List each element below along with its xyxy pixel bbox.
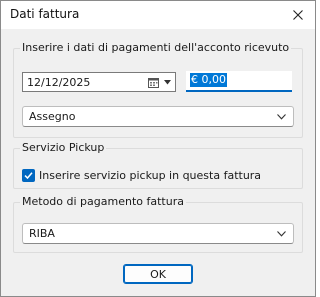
pickup-checkbox-label[interactable]: Inserire servizio pickup in questa fattu… <box>39 169 261 182</box>
ok-button-label: OK <box>150 268 166 281</box>
close-icon <box>293 10 303 20</box>
chevron-down-icon <box>277 114 286 120</box>
amount-value: € 0,00 <box>190 73 227 87</box>
payment-group: Inserire i dati di pagamenti dell'accont… <box>13 41 303 138</box>
pickup-group-label: Servizio Pickup <box>20 141 107 154</box>
chevron-down-icon <box>277 231 286 237</box>
payment-method-select[interactable]: Assegno <box>22 106 294 127</box>
invoice-method-group: Metodo di pagamento fattura RIBA <box>13 195 303 253</box>
invoice-method-select[interactable]: RIBA <box>22 223 294 244</box>
payment-method-value: Assegno <box>29 110 76 123</box>
dialog-window: Dati fattura Inserire i dati di pagament… <box>0 0 316 297</box>
window-title: Dati fattura <box>10 7 80 21</box>
title-bar: Dati fattura <box>1 1 315 29</box>
invoice-method-value: RIBA <box>29 227 55 240</box>
date-value: 12/12/2025 <box>27 76 91 89</box>
date-picker[interactable]: 12/12/2025 <box>22 72 176 92</box>
ok-button[interactable]: OK <box>123 264 193 284</box>
close-button[interactable] <box>285 3 311 27</box>
dropdown-caret-icon[interactable] <box>164 80 171 85</box>
pickup-group: Servizio Pickup Inserire servizio pickup… <box>13 141 303 189</box>
check-icon <box>24 172 33 180</box>
calendar-icon[interactable] <box>148 77 159 88</box>
payment-group-label: Inserire i dati di pagamenti dell'accont… <box>20 41 292 54</box>
amount-input[interactable]: € 0,00 <box>186 71 292 92</box>
pickup-checkbox[interactable] <box>22 169 35 182</box>
invoice-method-group-label: Metodo di pagamento fattura <box>20 195 186 208</box>
